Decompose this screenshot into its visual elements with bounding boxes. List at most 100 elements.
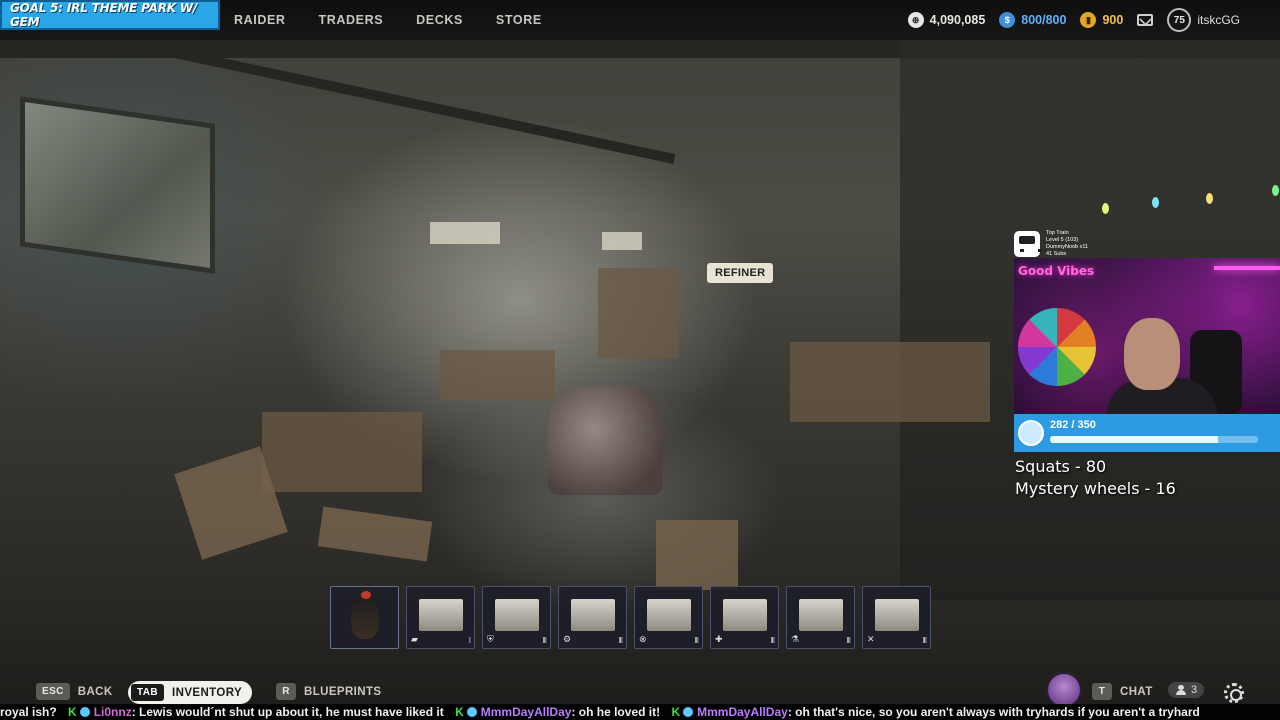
hotbar-slot[interactable]: ⚙ III bbox=[558, 586, 627, 649]
gold-bars-icon: ▮ bbox=[1080, 12, 1097, 28]
nav-raider[interactable]: RAIDER bbox=[234, 13, 286, 27]
emblem-icon[interactable] bbox=[1046, 672, 1082, 708]
slot-badge: ⚙ bbox=[563, 634, 572, 644]
workbench-icon bbox=[419, 599, 463, 631]
friends-icon bbox=[1175, 685, 1187, 695]
hotbar-slot[interactable]: ⊗ III bbox=[634, 586, 703, 649]
coin-icon: ⊕ bbox=[907, 12, 924, 28]
badge-icon bbox=[79, 707, 90, 717]
hotbar-slot[interactable]: ▰ I bbox=[406, 586, 475, 649]
chat-text: : oh that's nice, so you aren't always w… bbox=[787, 705, 1200, 719]
token-icon: $ bbox=[999, 12, 1016, 28]
bottom-controls: ESC BACK TAB INVENTORY R BLUEPRINTS T CH… bbox=[0, 680, 1280, 706]
slot-rank: III bbox=[770, 636, 775, 645]
chat-label: CHAT bbox=[1120, 685, 1153, 698]
progress-body: 282 / 350 bbox=[1050, 419, 1280, 443]
chat-ticker: royal ish? K Li0nnz: Lewis would´nt shut … bbox=[0, 704, 1280, 720]
level-badge: 75 bbox=[1167, 8, 1192, 32]
currency-status: ⊕ 4,090,085 $ 800/800 ▮ 900 75 itskcGG bbox=[907, 0, 1280, 40]
back-label: BACK bbox=[77, 685, 113, 698]
back-button[interactable]: ESC BACK bbox=[36, 683, 113, 700]
goal-avatar bbox=[1018, 420, 1044, 446]
esc-key: ESC bbox=[36, 683, 70, 700]
gold-value: 900 bbox=[1102, 13, 1124, 27]
progress-fill bbox=[1050, 436, 1218, 443]
refiner-bench bbox=[790, 342, 990, 422]
tab-key: TAB bbox=[131, 684, 165, 701]
good-vibes-sign: Good Vibes bbox=[1018, 264, 1095, 278]
nav-store[interactable]: STORE bbox=[496, 13, 542, 27]
friends-button[interactable]: 3 bbox=[1168, 682, 1205, 698]
shelf bbox=[598, 268, 678, 358]
sub-goal-progress: 282 / 350 bbox=[1014, 414, 1280, 452]
username: itskcGG bbox=[1197, 13, 1240, 27]
inventory-button[interactable]: TAB INVENTORY bbox=[128, 681, 253, 704]
t-key: T bbox=[1092, 683, 1112, 700]
rooster-icon bbox=[351, 591, 379, 639]
hotbar-slot[interactable]: ✚ III bbox=[710, 586, 779, 649]
hotbar-slot[interactable]: ⚗ III bbox=[786, 586, 855, 649]
r-key: R bbox=[276, 683, 296, 700]
gear-icon[interactable] bbox=[1224, 683, 1244, 703]
string-lights bbox=[1100, 185, 1280, 215]
train-icon bbox=[1014, 231, 1042, 257]
workbench-icon bbox=[495, 599, 539, 631]
hotbar-slot[interactable]: ⛨ III bbox=[482, 586, 551, 649]
tokens-value: 800/800 bbox=[1021, 13, 1067, 27]
blueprints-button[interactable]: R BLUEPRINTS bbox=[276, 683, 381, 700]
chat-text: : Lewis would´nt shut up about it, he mu… bbox=[131, 705, 444, 719]
workbench-icon bbox=[799, 599, 843, 631]
badge-icon bbox=[466, 707, 477, 717]
slot-badge: ⊗ bbox=[639, 634, 647, 644]
light-bulb bbox=[1152, 197, 1159, 208]
crate bbox=[656, 520, 738, 590]
stream-goal-banner: GOAL 5: IRL THEME PARK W/ GEM bbox=[0, 0, 220, 30]
inventory-label: INVENTORY bbox=[172, 686, 243, 699]
light-bulb bbox=[1206, 193, 1213, 204]
workbench-icon bbox=[875, 599, 919, 631]
workbench bbox=[262, 412, 422, 492]
armchair bbox=[548, 385, 663, 495]
main-nav: RAIDER TRADERS DECKS STORE bbox=[234, 0, 542, 40]
slot-rank: III bbox=[618, 636, 623, 645]
nav-decks[interactable]: DECKS bbox=[416, 13, 463, 27]
kick-icon: K bbox=[671, 705, 681, 719]
hype-train: Top Train Level 5 (103) DummyNoob x11 41… bbox=[1014, 230, 1088, 258]
goal-mystery-wheels: Mystery wheels - 16 bbox=[1015, 479, 1176, 498]
goal-squats: Squats - 80 bbox=[1015, 457, 1107, 476]
train-info: Top Train Level 5 (103) DummyNoob x11 41… bbox=[1046, 230, 1088, 258]
slot-rank: III bbox=[922, 636, 927, 645]
light-bulb bbox=[1102, 203, 1109, 214]
coins-stat: ⊕ 4,090,085 bbox=[907, 12, 985, 28]
hotbar-slot[interactable]: ✕ III bbox=[862, 586, 931, 649]
chat-user: MmmDayAllDay bbox=[480, 705, 572, 719]
light-bulb bbox=[1272, 185, 1279, 196]
chat-button[interactable]: T CHAT bbox=[1092, 683, 1153, 700]
mail-icon[interactable] bbox=[1137, 14, 1154, 26]
slot-rank: III bbox=[846, 636, 851, 645]
streamer-head bbox=[1124, 318, 1180, 390]
badge-icon bbox=[683, 707, 694, 717]
kick-icon: K bbox=[68, 705, 77, 719]
workbench-icon bbox=[723, 599, 767, 631]
nav-traders[interactable]: TRADERS bbox=[319, 13, 384, 27]
profile[interactable]: 75 itskcGG bbox=[1167, 8, 1240, 32]
kick-icon: K bbox=[455, 705, 464, 719]
slot-badge: ⚗ bbox=[791, 634, 800, 644]
slot-rank: I bbox=[468, 636, 471, 645]
chat-user: Li0nnz bbox=[93, 705, 132, 719]
slot-badge: ✕ bbox=[867, 634, 875, 644]
friends-count: 3 bbox=[1191, 684, 1198, 696]
ticker-lead: royal ish? bbox=[0, 705, 57, 719]
progress-track bbox=[1050, 436, 1258, 443]
workbench bbox=[440, 350, 555, 400]
train-title: Top Train bbox=[1046, 230, 1069, 236]
ceiling-lamp bbox=[430, 222, 500, 244]
refiner-label[interactable]: REFINER bbox=[707, 263, 774, 283]
item-hotbar: ▰ I ⛨ III ⚙ III ⊗ III ✚ III ⚗ III ✕ III bbox=[330, 586, 931, 649]
goal-list: Squats - 80 Mystery wheels - 16 bbox=[1015, 456, 1176, 500]
slot-rank: III bbox=[694, 636, 699, 645]
webcam-overlay: Good Vibes bbox=[1014, 258, 1280, 416]
hotbar-slot-rooster[interactable] bbox=[330, 586, 399, 649]
train-top: DummyNoob x11 bbox=[1046, 244, 1089, 250]
